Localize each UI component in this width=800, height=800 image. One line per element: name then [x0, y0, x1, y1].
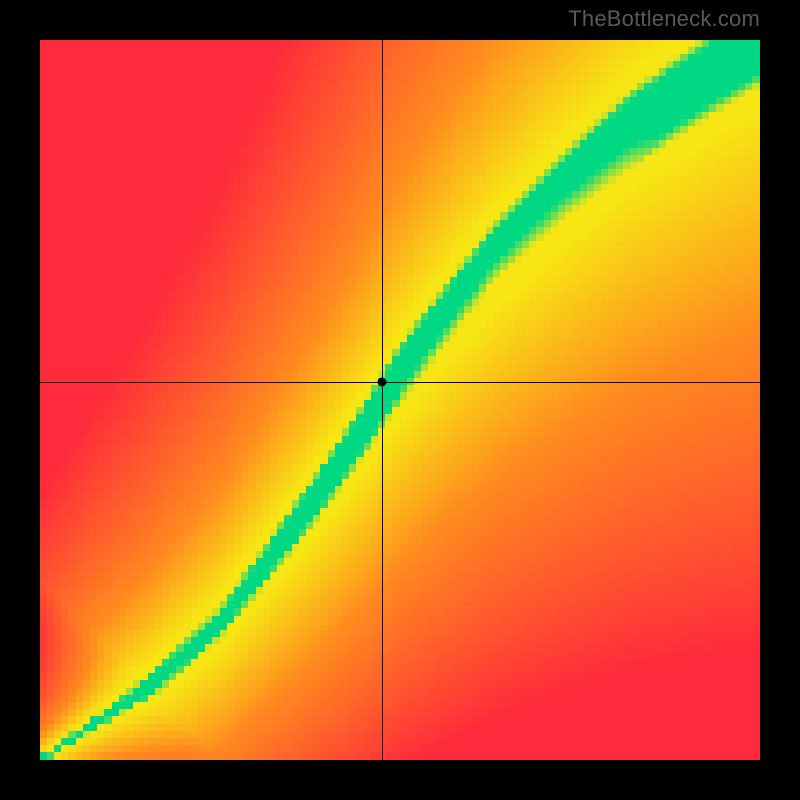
watermark-text: TheBottleneck.com [568, 6, 760, 32]
chart-frame: TheBottleneck.com [0, 0, 800, 800]
bottleneck-heatmap [40, 40, 760, 760]
